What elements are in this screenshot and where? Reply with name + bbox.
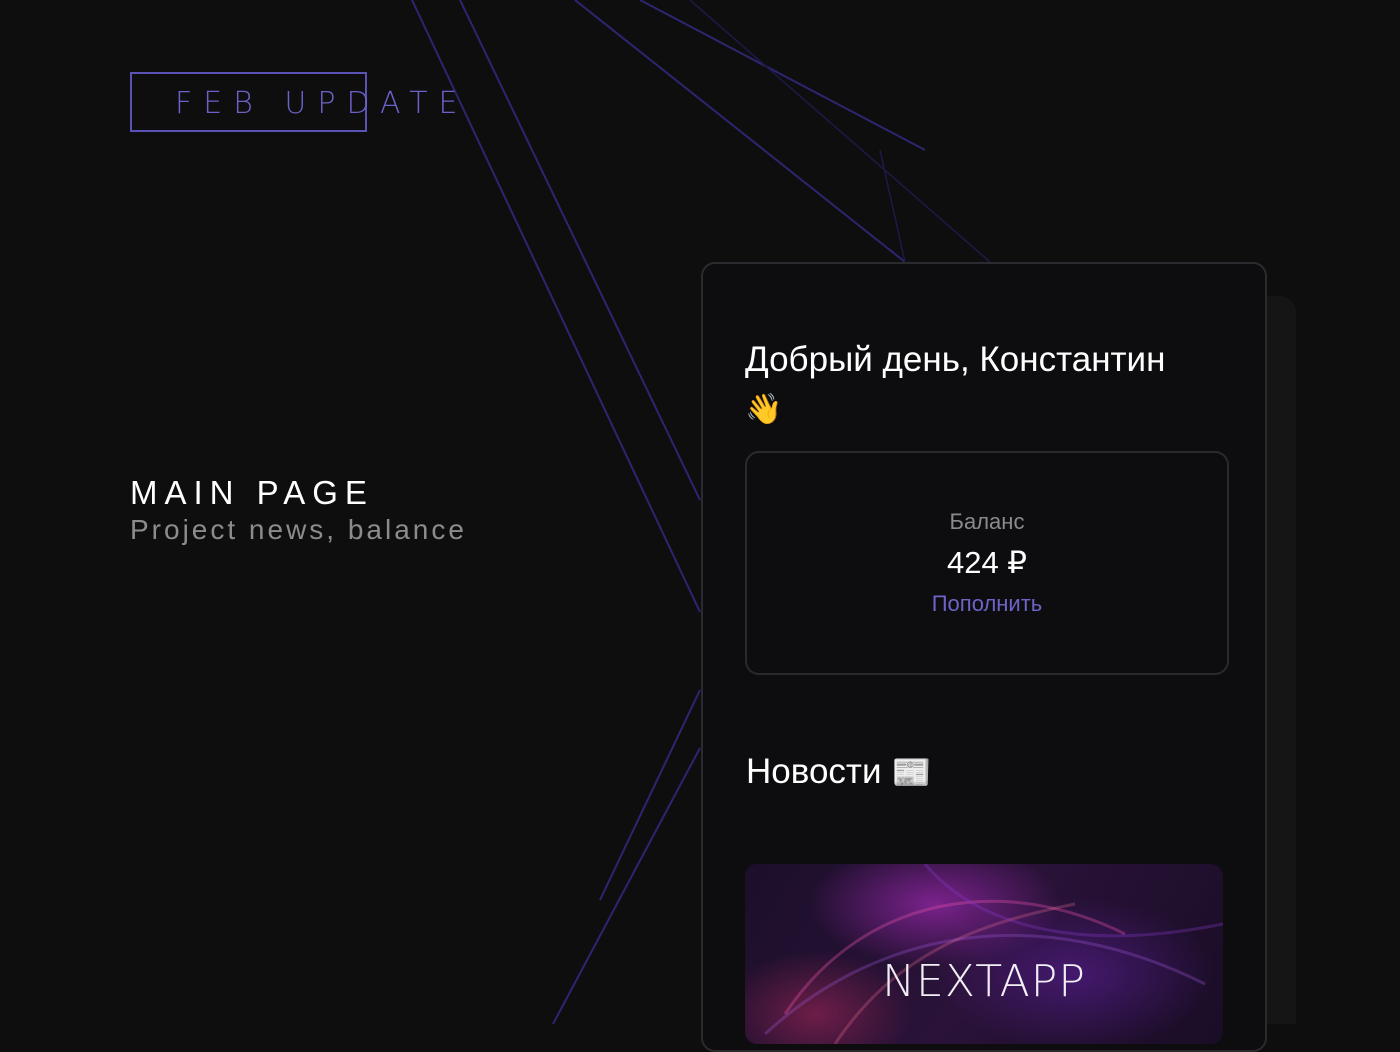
news-card[interactable]: NEXTAPP — [745, 864, 1223, 1044]
section-subtitle: Project news, balance — [130, 514, 467, 545]
news-card-brand: NEXTAPP — [882, 956, 1086, 1007]
waving-hand-icon: 👋 — [745, 392, 783, 427]
balance-label: Баланс — [949, 509, 1025, 534]
news-heading-text: Новости — [746, 752, 882, 791]
section-title: MAIN PAGE — [130, 474, 374, 511]
newspaper-icon: 📰 — [891, 753, 932, 791]
update-badge-label: FEB UPDATE — [175, 86, 469, 121]
greeting: Добрый день, Константин 👋 — [745, 336, 1215, 434]
balance-value: 424 ₽ — [946, 545, 1028, 580]
news-heading: Новости 📰 — [746, 752, 931, 792]
topup-link[interactable]: Пополнить — [745, 591, 1229, 617]
news-card-artwork — [763, 864, 1223, 1044]
greeting-text: Добрый день, Константин — [745, 340, 1166, 379]
panel-shadow — [1262, 296, 1296, 1024]
